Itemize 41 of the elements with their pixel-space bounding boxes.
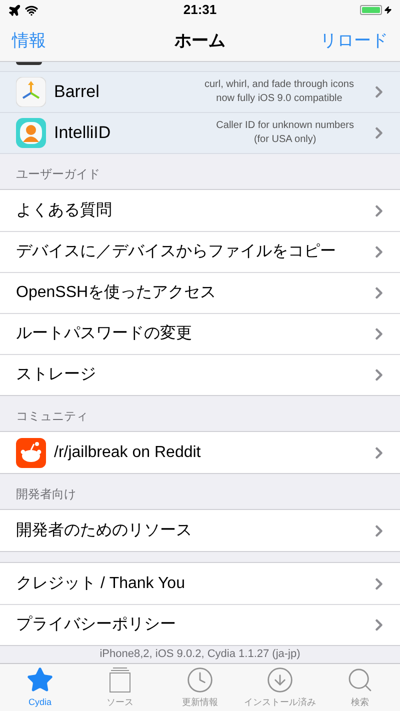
featured-row[interactable]: IntelliID Caller ID for unknown numbers (for USA only)	[0, 113, 400, 154]
clock-icon	[186, 666, 214, 694]
arrows-app-icon	[16, 77, 46, 107]
row-label: ストレージ	[16, 365, 96, 385]
menu-row[interactable]: ストレージ	[0, 354, 400, 395]
row-label: ルートパスワードの変更	[16, 324, 192, 344]
row-label: デバイスに／デバイスからファイルをコピー	[16, 242, 336, 262]
download-icon	[266, 666, 294, 694]
menu-row[interactable]: /r/jailbreak on Reddit	[0, 432, 400, 473]
person-app-icon	[16, 118, 46, 148]
menu-row[interactable]: デバイスに／デバイスからファイルをコピー	[0, 231, 400, 272]
page-title: ホーム	[174, 30, 226, 52]
package-name: IntelliID	[54, 122, 111, 144]
featured-row[interactable]: Barrel curl, whirl, and fade through icons now fully iOS 9.0 compatible	[0, 72, 400, 113]
menu-row[interactable]: プライバシーポリシー	[0, 604, 400, 645]
alien-app-icon	[16, 438, 46, 468]
package-description: curl, whirl, and fade through icons now fully iOS 9.0 compatible	[204, 78, 354, 106]
menu-row[interactable]: ルートパスワードの変更	[0, 313, 400, 354]
menu-row[interactable]: 開発者のためのリソース	[0, 510, 400, 551]
row-label: OpenSSHを使ったアクセス	[16, 283, 216, 303]
row-label: /r/jailbreak on Reddit	[54, 442, 201, 462]
menu-row[interactable]: クレジット / Thank You	[0, 563, 400, 604]
row-label: よくある質問	[16, 200, 112, 220]
row-label: 開発者のためのリソース	[16, 520, 192, 540]
package-name: Barrel	[54, 81, 100, 104]
package-description: Caller ID for unknown numbers (for USA only)	[216, 119, 354, 147]
app-icon	[16, 62, 42, 65]
stack-icon	[108, 666, 132, 694]
row-label: プライバシーポリシー	[16, 614, 176, 635]
airplane-icon	[8, 4, 21, 16]
battery-icon	[360, 5, 392, 15]
section-header: 開発者向け	[16, 486, 76, 503]
star-icon	[26, 666, 54, 694]
menu-row[interactable]: よくある質問	[0, 190, 400, 231]
wifi-icon	[25, 4, 38, 16]
section-header: ユーザーガイド	[16, 166, 100, 183]
device-info: iPhone8,2, iOS 9.0.2, Cydia 1.1.27 (ja-jp)	[100, 647, 300, 662]
menu-row[interactable]: OpenSSHを使ったアクセス	[0, 272, 400, 313]
row-label: クレジット / Thank You	[16, 574, 185, 594]
clock-time: 21:31	[183, 1, 217, 20]
section-header: コミュニティ	[16, 408, 88, 425]
